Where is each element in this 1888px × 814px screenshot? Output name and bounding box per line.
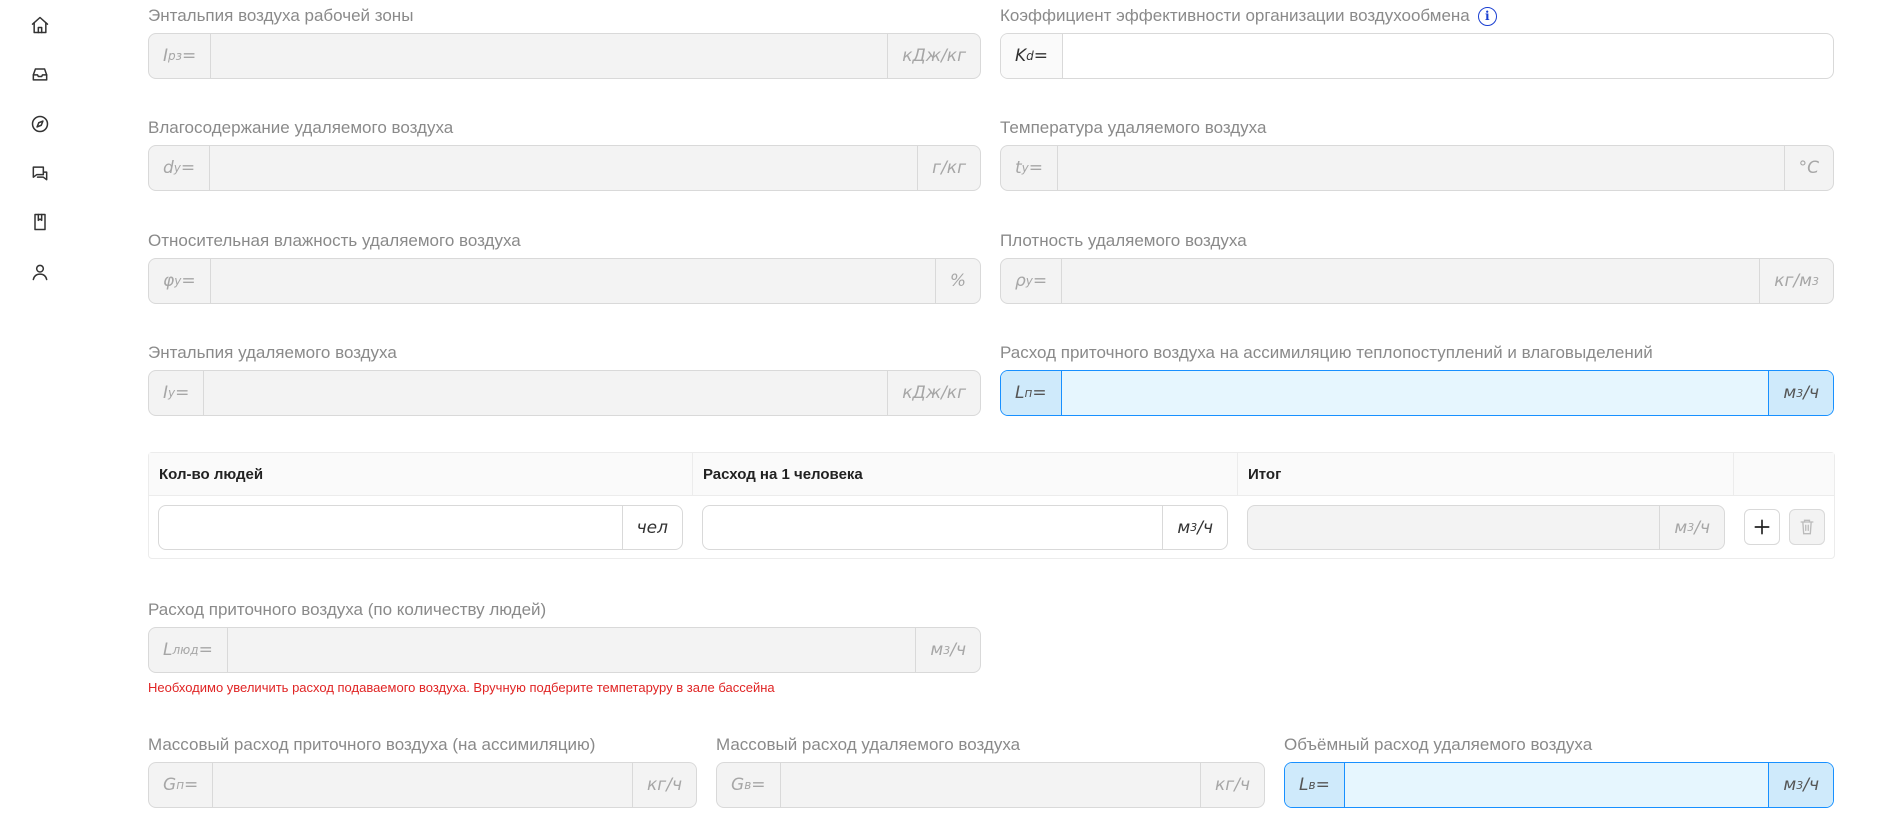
- field-label: Массовый расход приточного воздуха (на а…: [148, 735, 596, 754]
- volume-removed-field: Объёмный расход удаляемого воздуха Lв = …: [1284, 735, 1834, 810]
- enthalpy-removed-field: Энтальпия удаляемого воздуха Iy = кДж/кг: [148, 343, 981, 418]
- density-removed-input-group: ρy = кг/м 3: [1000, 258, 1834, 304]
- temp-removed-input-group: ty = °C: [1000, 145, 1834, 191]
- temp-removed-field: Температура удаляемого воздуха ty = °C: [1000, 118, 1834, 193]
- input-prefix: dy =: [149, 146, 211, 190]
- enthalpy-work-zone-field: Энтальпия воздуха рабочей зоны Iрз = кДж…: [148, 6, 981, 81]
- temp-removed-input: [1058, 146, 1784, 190]
- supply-flow-assim-field: Расход приточного воздуха на ассимиляцию…: [1000, 343, 1834, 418]
- input-prefix: φy =: [149, 259, 211, 303]
- total-input-group: м 3/ч: [1247, 505, 1725, 550]
- column-header: Кол-во людей: [149, 453, 693, 496]
- trash-icon: [1800, 519, 1814, 535]
- input-suffix: м 3/ч: [1162, 506, 1227, 549]
- supply-flow-people-input-group: Lлюд = м 3/ч: [148, 627, 981, 673]
- humidity-removed-input: [210, 259, 935, 303]
- input-suffix: кг/ч: [1200, 763, 1264, 807]
- volume-removed-input-group: Lв = м 3/ч: [1284, 762, 1834, 808]
- field-label: Массовый расход удаляемого воздуха: [716, 735, 1021, 754]
- supply-flow-assim-input[interactable]: [1061, 371, 1769, 415]
- efficiency-coef-input[interactable]: [1063, 34, 1833, 78]
- enthalpy-work-zone-input: [211, 34, 888, 78]
- input-suffix: кДж/кг: [887, 34, 980, 78]
- humidity-removed-field: Относительная влажность удаляемого возду…: [148, 231, 981, 306]
- people-table: Кол-во людей Расход на 1 человека Итог ч…: [148, 452, 1835, 559]
- efficiency-coef-field: Коэффициент эффективности организации во…: [1000, 6, 1834, 81]
- input-suffix: м 3/ч: [1768, 371, 1833, 415]
- field-label: Плотность удаляемого воздуха: [1000, 231, 1247, 250]
- column-header: Расход на 1 человека: [693, 453, 1238, 496]
- input-prefix: ty =: [1001, 146, 1059, 190]
- input-prefix: Kd =: [1001, 34, 1064, 78]
- enthalpy-removed-input: [204, 371, 888, 415]
- density-removed-input: [1062, 259, 1760, 303]
- supply-flow-people-field: Расход приточного воздуха (по количеству…: [148, 600, 981, 675]
- input-suffix: кг/ч: [632, 763, 696, 807]
- mass-supply-input: [213, 763, 633, 807]
- enthalpy-work-zone-input-group: Iрз = кДж/кг: [148, 33, 981, 79]
- input-prefix: Gп =: [149, 763, 214, 807]
- supply-flow-assim-input-group: Lп = м 3/ч: [1000, 370, 1834, 416]
- warning-message: Необходимо увеличить расход подаваемого …: [148, 680, 775, 695]
- home-icon[interactable]: [28, 13, 52, 37]
- main-content: Энтальпия воздуха рабочей зоны Iрз = кДж…: [85, 0, 1888, 814]
- input-suffix: чел: [621, 506, 682, 549]
- field-label: Расход приточного воздуха на ассимиляцию…: [1000, 343, 1653, 362]
- input-suffix: м 3/ч: [915, 628, 980, 672]
- enthalpy-removed-input-group: Iy = кДж/кг: [148, 370, 981, 416]
- plus-icon: [1754, 519, 1770, 535]
- mass-removed-input: [780, 763, 1201, 807]
- inbox-icon[interactable]: [28, 62, 52, 86]
- volume-removed-input[interactable]: [1344, 763, 1769, 807]
- input-suffix: кДж/кг: [887, 371, 980, 415]
- moisture-removed-field: Влагосодержание удаляемого воздуха dy = …: [148, 118, 981, 193]
- sidebar: [0, 0, 85, 814]
- density-removed-field: Плотность удаляемого воздуха ρy = кг/м 3: [1000, 231, 1834, 306]
- field-label: Энтальпия удаляемого воздуха: [148, 343, 397, 362]
- total-input: [1248, 506, 1660, 549]
- moisture-removed-input: [210, 146, 918, 190]
- per-person-input[interactable]: [703, 506, 1163, 549]
- info-icon[interactable]: i: [1477, 6, 1497, 26]
- field-label: Объёмный расход удаляемого воздуха: [1284, 735, 1593, 754]
- mass-removed-input-group: Gв = кг/ч: [716, 762, 1265, 808]
- input-suffix: м 3/ч: [1768, 763, 1833, 807]
- field-label: Относительная влажность удаляемого возду…: [148, 231, 521, 250]
- mass-removed-field: Массовый расход удаляемого воздуха Gв = …: [716, 735, 1265, 810]
- input-prefix: Lп =: [1001, 371, 1062, 415]
- input-suffix: м 3/ч: [1659, 506, 1724, 549]
- add-row-button[interactable]: [1744, 509, 1780, 545]
- supply-flow-people-input: [227, 628, 916, 672]
- efficiency-coef-input-group: Kd =: [1000, 33, 1834, 79]
- humidity-removed-input-group: φy = %: [148, 258, 981, 304]
- user-icon[interactable]: [28, 260, 52, 284]
- input-prefix: Gв =: [717, 763, 781, 807]
- table-header: Кол-во людей Расход на 1 человека Итог: [149, 453, 1834, 496]
- input-prefix: Lв =: [1285, 763, 1345, 807]
- field-label: Температура удаляемого воздуха: [1000, 118, 1267, 137]
- mass-supply-input-group: Gп = кг/ч: [148, 762, 697, 808]
- input-suffix: г/кг: [917, 146, 980, 190]
- field-label: Коэффициент эффективности организации во…: [1000, 6, 1470, 25]
- people-count-input[interactable]: [159, 506, 622, 549]
- field-label: Расход приточного воздуха (по количеству…: [148, 600, 547, 619]
- book-icon[interactable]: [28, 210, 52, 234]
- chat-icon[interactable]: [28, 161, 52, 185]
- input-prefix: Iрз =: [149, 34, 212, 78]
- per-person-input-group: м 3/ч: [702, 505, 1228, 550]
- compass-icon[interactable]: [28, 112, 52, 136]
- input-suffix: °C: [1783, 146, 1833, 190]
- input-prefix: Lлюд =: [149, 628, 228, 672]
- people-count-input-group: чел: [158, 505, 683, 550]
- column-header: Итог: [1238, 453, 1734, 496]
- field-label: Влагосодержание удаляемого воздуха: [148, 118, 454, 137]
- input-suffix: %: [934, 259, 980, 303]
- field-label: Энтальпия воздуха рабочей зоны: [148, 6, 414, 25]
- input-suffix: кг/м 3: [1759, 259, 1833, 303]
- input-prefix: ρy =: [1001, 259, 1063, 303]
- mass-supply-field: Массовый расход приточного воздуха (на а…: [148, 735, 697, 810]
- moisture-removed-input-group: dy = г/кг: [148, 145, 981, 191]
- delete-row-button[interactable]: [1789, 509, 1825, 545]
- input-prefix: Iy =: [149, 371, 205, 415]
